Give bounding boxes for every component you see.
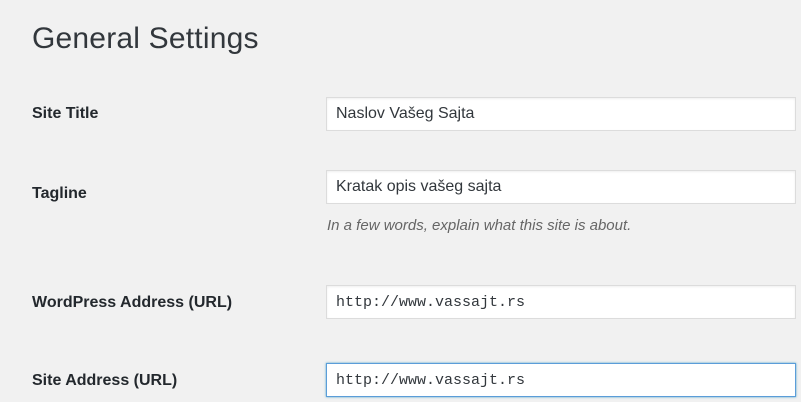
tagline-description: In a few words, explain what this site i… [327, 217, 632, 234]
tagline-label: Tagline [32, 185, 87, 202]
page-title: General Settings [32, 22, 259, 55]
wordpress-address-input[interactable] [326, 285, 796, 319]
site-address-label: Site Address (URL) [32, 372, 178, 389]
wordpress-address-label: WordPress Address (URL) [32, 294, 233, 311]
site-title-label: Site Title [32, 105, 99, 122]
tagline-input[interactable] [326, 170, 796, 204]
site-title-input[interactable] [326, 97, 796, 131]
site-address-input[interactable] [326, 363, 796, 397]
